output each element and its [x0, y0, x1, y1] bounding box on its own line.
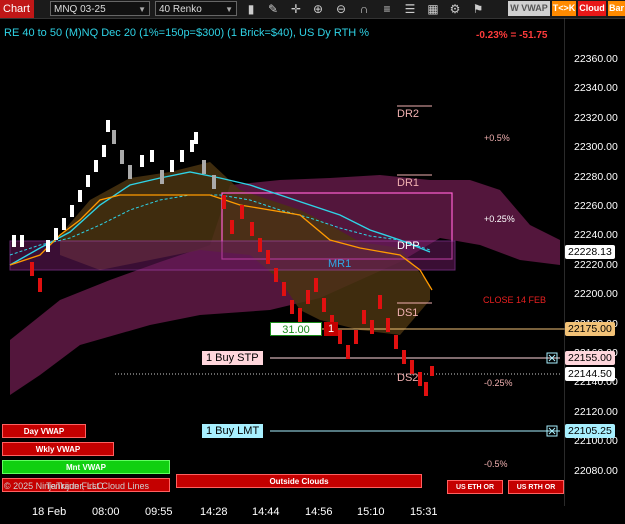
list-icon[interactable]: ☰ — [402, 1, 418, 17]
position-qty[interactable]: 1 — [324, 322, 338, 336]
cloud-toggle[interactable]: Cloud — [578, 1, 606, 16]
bar-toggle[interactable]: Bar — [608, 1, 625, 16]
chevron-down-icon: ▼ — [138, 5, 146, 14]
bar-style-icon[interactable]: ▮ — [243, 1, 259, 17]
level-close: CLOSE 14 FEB — [483, 295, 547, 305]
price-tag-lmt: 22105.25 — [565, 424, 615, 438]
y-tick: 22320.00 — [574, 111, 618, 124]
bar-type-value: 40 Renko — [159, 4, 202, 15]
buy-lmt-order[interactable]: 1 Buy LMT — [202, 424, 264, 438]
x-label: 14:44 — [252, 506, 280, 518]
wkly-vwap-button[interactable]: Wkly VWAP — [2, 442, 114, 456]
x-label: 09:55 — [145, 506, 173, 518]
gear-icon[interactable]: ⚙ — [447, 1, 463, 17]
position-price[interactable]: 31.00 — [270, 322, 322, 336]
y-tick: 22200.00 — [574, 288, 618, 301]
price-tag-stp: 22155.00 — [565, 351, 615, 365]
chart-menu-button[interactable]: Chart — [0, 0, 34, 18]
x-label: 15:31 — [410, 506, 438, 518]
pct-minus-025: -0.25% — [484, 378, 513, 388]
mnt-vwap-button[interactable]: Mnt VWAP — [2, 460, 170, 474]
x-label: 15:10 — [357, 506, 385, 518]
level-ds1: DS1 — [397, 307, 419, 319]
y-tick: 22080.00 — [574, 464, 618, 477]
price-tag-dpp: 22228.13 — [565, 245, 615, 259]
level-dpp: DPP — [397, 240, 420, 252]
y-tick: 22220.00 — [574, 258, 618, 271]
y-tick: 22300.00 — [574, 141, 618, 154]
x-label: 14:28 — [200, 506, 228, 518]
y-tick: 22240.00 — [574, 229, 618, 242]
crosshair-icon[interactable]: ✛ — [288, 1, 304, 17]
mr-band — [9, 240, 456, 271]
pct-plus-025: +0.25% — [484, 214, 515, 224]
instrument-value: MNQ 03-25 — [54, 4, 106, 15]
y-tick: 22360.00 — [574, 53, 618, 65]
magnet-icon[interactable]: ∩ — [356, 1, 372, 17]
x-label: 14:56 — [305, 506, 333, 518]
y-tick: 22260.00 — [574, 200, 618, 212]
lines-icon[interactable]: ≡ — [379, 1, 395, 17]
y-tick: 22280.00 — [574, 170, 618, 183]
table-icon[interactable]: ▦ — [425, 1, 441, 17]
instrument-selector[interactable]: MNQ 03-25 ▼ — [50, 1, 150, 16]
price-tag-close: 22175.00 — [565, 322, 615, 336]
bar-type-selector[interactable]: 40 Renko ▼ — [155, 1, 237, 16]
x-label: 08:00 — [92, 506, 120, 518]
price-tag-last: 22144.50 — [565, 367, 615, 381]
toolbar: Chart MNQ 03-25 ▼ 40 Renko ▼ ▮ ✎ ✛ ⊕ ⊖ ∩ ≡… — [0, 0, 625, 19]
wvwap-toggle[interactable]: W VWAP — [508, 1, 550, 16]
outside-clouds-button[interactable]: Outside Clouds — [176, 474, 422, 488]
level-mr1: MR1 — [328, 258, 352, 270]
level-dr1: DR1 — [397, 177, 420, 189]
pct-plus-05: +0.5% — [484, 133, 510, 143]
strategy-icon[interactable]: ⚑ — [470, 1, 486, 17]
level-dr2: DR2 — [397, 108, 420, 120]
chevron-down-icon: ▼ — [225, 5, 233, 14]
cloud-lines-label: Tenkijun First Cloud Lines — [46, 481, 150, 491]
y-tick: 22120.00 — [574, 405, 618, 418]
zoom-in-icon[interactable]: ⊕ — [310, 1, 326, 17]
zoom-out-icon[interactable]: ⊖ — [333, 1, 349, 17]
pct-minus-05: -0.5% — [484, 459, 508, 469]
level-ds2: DS2 — [397, 372, 419, 384]
x-label: 18 Feb — [32, 506, 67, 518]
day-vwap-button[interactable]: Day VWAP — [2, 424, 86, 438]
y-tick: 22340.00 — [574, 82, 618, 95]
pencil-icon[interactable]: ✎ — [265, 1, 281, 17]
us-rth-or-button[interactable]: US RTH OR — [508, 480, 564, 494]
buy-stp-order[interactable]: 1 Buy STP — [202, 351, 263, 365]
tck-toggle[interactable]: T<>K — [552, 1, 576, 16]
us-eth-or-button[interactable]: US ETH OR — [447, 480, 503, 494]
